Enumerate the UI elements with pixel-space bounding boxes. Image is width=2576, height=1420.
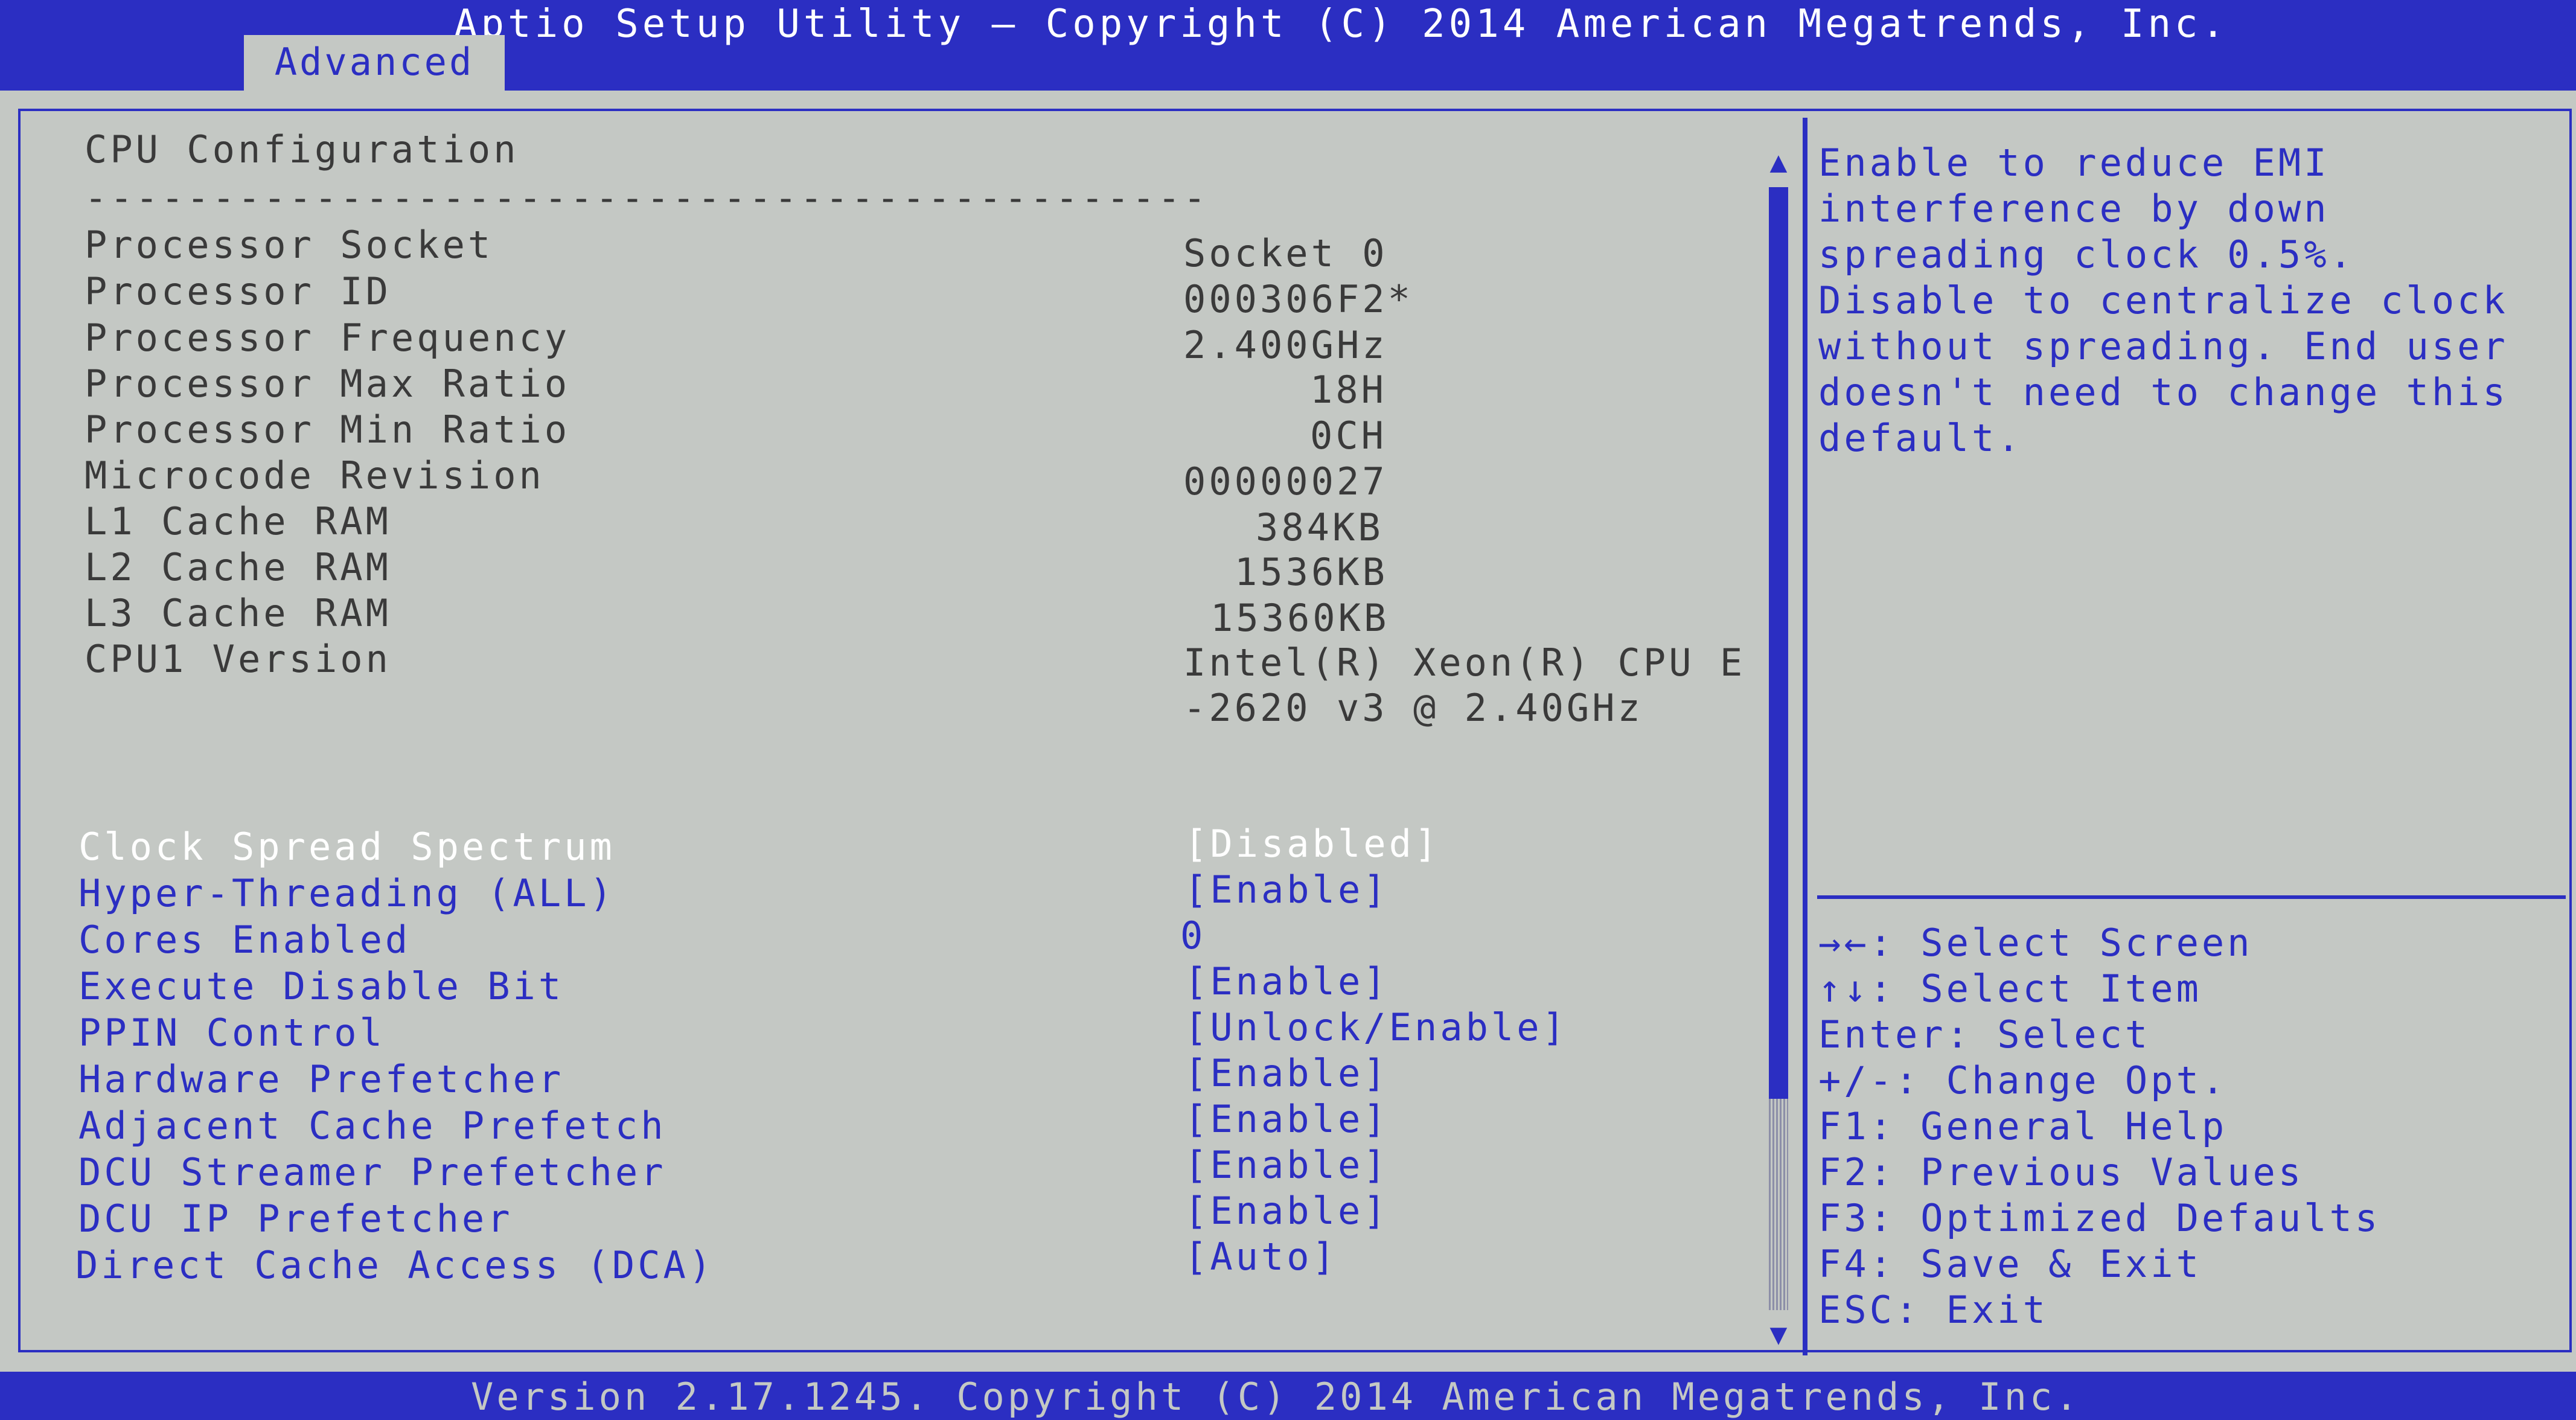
help-line: without spreading. End user [1818,324,2508,368]
value-direct-cache-access[interactable]: [Auto] [1184,1234,1338,1280]
info-value-l2-cache: 1536KB [1235,550,1388,594]
value-hyper-threading[interactable]: [Enable] [1184,867,1389,913]
option-hardware-prefetcher[interactable]: Hardware Prefetcher [78,1057,564,1102]
value-adjacent-cache-prefetch[interactable]: [Enable] [1184,1096,1389,1142]
info-label-cpu1-version: CPU1 Version [85,637,391,681]
info-value-cpu1-version-line2: -2620 v3 @ 2.40GHz [1183,686,1643,730]
info-value-l1-cache: 384KB [1256,505,1384,549]
help-line: Enable to reduce EMI [1818,141,2330,185]
help-line: interference by down [1818,187,2330,231]
info-label-l3-cache: L3 Cache RAM [85,591,391,635]
help-line: spreading clock 0.5%. [1818,232,2355,277]
info-value-cpu1-version: Intel(R) Xeon(R) CPU E [1183,641,1746,685]
option-clock-spread-spectrum[interactable]: Clock Spread Spectrum [78,824,615,870]
info-label-min-ratio: Processor Min Ratio [85,408,570,452]
info-label-l1-cache: L1 Cache RAM [85,499,391,543]
option-hyper-threading[interactable]: Hyper-Threading (ALL) [78,871,615,916]
section-title: CPU Configuration [85,127,519,171]
info-value-processor-id: 000306F2* [1183,277,1413,321]
info-value-microcode: 00000027 [1183,459,1388,504]
key-help-f3: F3: Optimized Defaults [1818,1196,2381,1240]
option-execute-disable-bit[interactable]: Execute Disable Bit [78,964,564,1009]
key-help-f4: F4: Save & Exit [1818,1242,2202,1286]
help-line: Disable to centralize clock [1818,278,2508,322]
info-value-processor-socket: Socket 0 [1183,231,1388,275]
value-cores-enabled[interactable]: 0 [1180,913,1206,959]
option-adjacent-cache-prefetch[interactable]: Adjacent Cache Prefetch [78,1103,666,1149]
panel-divider [1803,118,1807,1355]
scrollbar-track[interactable] [1769,1099,1788,1310]
main-frame: CPU Configuration ----------------------… [0,91,2576,1372]
value-ppin-control[interactable]: [Unlock/Enable] [1184,1005,1568,1051]
help-line: doesn't need to change this [1818,370,2508,414]
key-help-change-opt: +/-: Change Opt. [1818,1058,2228,1102]
key-help-select-screen: →←: Select Screen [1818,921,2253,965]
scroll-down-arrow-icon[interactable]: ▼ [1766,1316,1791,1352]
option-direct-cache-access[interactable]: Direct Cache Access (DCA) [75,1242,714,1288]
value-dcu-streamer-prefetcher[interactable]: [Enable] [1184,1142,1389,1188]
value-hardware-prefetcher[interactable]: [Enable] [1184,1051,1389,1096]
key-help-enter: Enter: Select [1818,1012,2151,1057]
key-help-f2: F2: Previous Values [1818,1150,2304,1194]
window-title: Aptio Setup Utility – Copyright (C) 2014… [454,2,2229,46]
info-value-processor-frequency: 2.400GHz [1183,323,1388,367]
info-value-min-ratio: 0CH [1310,414,1387,458]
footer-version: Version 2.17.1245. Copyright (C) 2014 Am… [471,1375,2081,1419]
info-label-processor-id: Processor ID [85,269,391,313]
scroll-up-arrow-icon[interactable]: ▲ [1766,144,1791,180]
value-execute-disable-bit[interactable]: [Enable] [1184,959,1389,1005]
section-separator: ----------------------------------------… [85,176,1209,220]
option-ppin-control[interactable]: PPIN Control [78,1010,385,1056]
info-value-max-ratio: 18H [1310,368,1387,412]
value-clock-spread-spectrum[interactable]: [Disabled] [1184,821,1440,867]
info-value-l3-cache: 15360KB [1210,596,1390,640]
option-dcu-ip-prefetcher[interactable]: DCU IP Prefetcher [78,1196,513,1242]
info-label-l2-cache: L2 Cache RAM [85,545,391,589]
option-cores-enabled[interactable]: Cores Enabled [78,917,411,963]
key-help-f1: F1: General Help [1818,1104,2228,1148]
help-divider [1817,895,2566,899]
info-label-microcode: Microcode Revision [85,453,545,497]
help-line: default. [1818,416,2023,460]
scrollbar-thumb[interactable] [1769,187,1788,1099]
info-label-processor-frequency: Processor Frequency [85,316,570,360]
key-help-esc: ESC: Exit [1818,1288,2048,1332]
tab-advanced[interactable]: Advanced [244,35,505,91]
info-label-processor-socket: Processor Socket [85,223,494,267]
option-dcu-streamer-prefetcher[interactable]: DCU Streamer Prefetcher [78,1150,666,1195]
value-dcu-ip-prefetcher[interactable]: [Enable] [1184,1188,1389,1234]
key-help-select-item: ↑↓: Select Item [1818,967,2202,1011]
info-label-max-ratio: Processor Max Ratio [85,362,570,406]
